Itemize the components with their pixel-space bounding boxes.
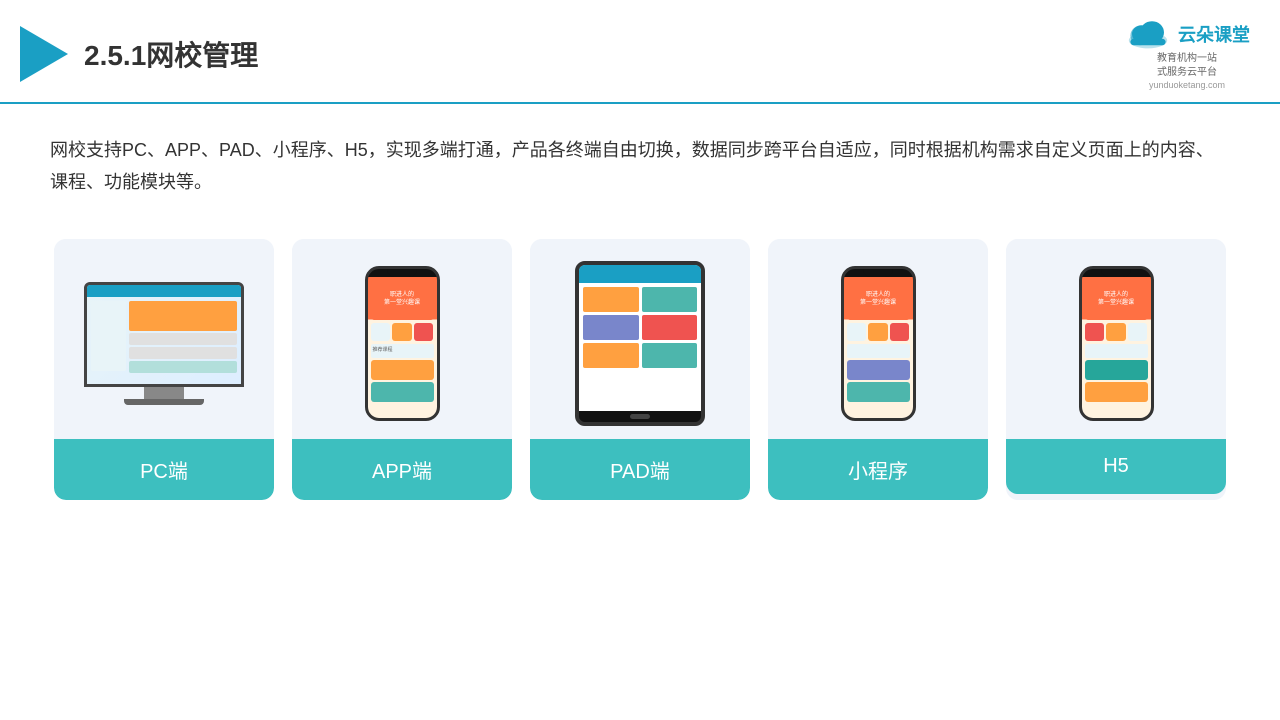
cards-container: PC端 职进人的第一堂兴趣课 <box>50 239 1230 500</box>
main-content: 网校支持PC、APP、PAD、小程序、H5，实现多端打通，产品各终端自由切换，数… <box>0 104 1280 520</box>
phone-screen-app: 职进人的第一堂兴趣课 推荐课程 <box>368 277 437 418</box>
phone-mockup-app: 职进人的第一堂兴趣课 推荐课程 <box>365 266 440 421</box>
play-icon <box>20 26 68 82</box>
page-header: 2.5.1网校管理 云朵课堂 教育机构一站 式服务云平台 yunduoketan… <box>0 0 1280 104</box>
card-h5-image: 职进人的第一堂兴趣课 <box>1006 239 1226 439</box>
card-pad-image <box>530 239 750 439</box>
pc-mockup <box>84 282 244 405</box>
logo-slogan: 教育机构一站 式服务云平台 <box>1157 52 1217 80</box>
pc-monitor <box>84 282 244 387</box>
pc-screen <box>87 285 241 384</box>
page-title: 2.5.1网校管理 <box>84 34 258 74</box>
card-pc: PC端 <box>54 239 274 500</box>
card-miniapp: 职进人的第一堂兴趣课 小程 <box>768 239 988 500</box>
tablet-mockup <box>575 261 705 426</box>
cloud-logo-icon <box>1124 18 1172 50</box>
card-h5-label: H5 <box>1006 439 1226 494</box>
tablet-screen <box>579 265 701 411</box>
card-pad: PAD端 <box>530 239 750 500</box>
card-miniapp-label: 小程序 <box>768 439 988 500</box>
card-h5: 职进人的第一堂兴趣课 H5 <box>1006 239 1226 500</box>
card-pc-label: PC端 <box>54 439 274 500</box>
logo-url: yunduoketang.com <box>1149 80 1225 90</box>
phone-mockup-h5: 职进人的第一堂兴趣课 <box>1079 266 1154 421</box>
logo-text: 云朵课堂 <box>1178 21 1250 47</box>
logo-area: 云朵课堂 教育机构一站 式服务云平台 yunduoketang.com <box>1124 18 1250 90</box>
card-app-image: 职进人的第一堂兴趣课 推荐课程 <box>292 239 512 439</box>
card-app: 职进人的第一堂兴趣课 推荐课程 <box>292 239 512 500</box>
card-app-label: APP端 <box>292 439 512 500</box>
phone-screen-h5: 职进人的第一堂兴趣课 <box>1082 277 1151 418</box>
card-pc-image <box>54 239 274 439</box>
phone-mockup-mini: 职进人的第一堂兴趣课 <box>841 266 916 421</box>
description-text: 网校支持PC、APP、PAD、小程序、H5，实现多端打通，产品各终端自由切换，数… <box>50 134 1230 199</box>
header-left: 2.5.1网校管理 <box>20 26 258 82</box>
logo-cloud: 云朵课堂 <box>1124 18 1250 50</box>
phone-screen-mini: 职进人的第一堂兴趣课 <box>844 277 913 418</box>
card-pad-label: PAD端 <box>530 439 750 500</box>
card-miniapp-image: 职进人的第一堂兴趣课 <box>768 239 988 439</box>
